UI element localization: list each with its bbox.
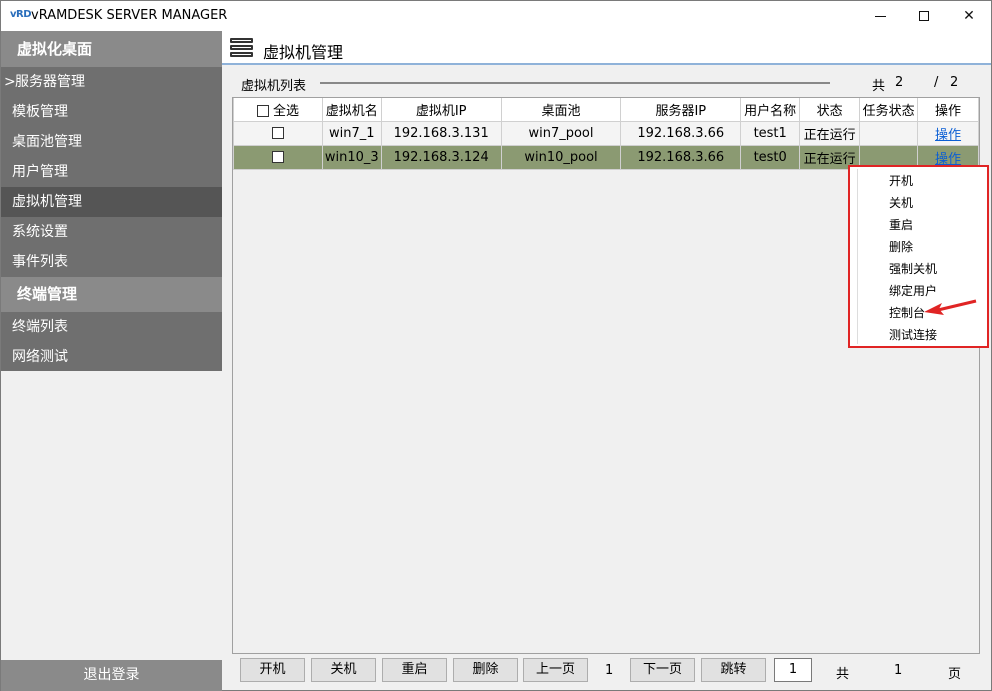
bottom-toolbar: 开机 关机 重启 删除 上一页 1 下一页 跳转 1 共 1 页	[222, 654, 991, 690]
minimize-icon	[874, 15, 886, 17]
col-username: 用户名称	[740, 98, 801, 122]
page-title: 虚拟机管理	[263, 43, 344, 62]
table-row[interactable]: win7_1 192.168.3.131 win7_pool 192.168.3…	[233, 120, 979, 146]
main-panel: 虚拟机管理 虚拟机列表 共 2 / 2 全选 虚拟机名 虚拟机IP 桌面池 服务…	[222, 31, 991, 690]
menu-item-restart[interactable]: 重启	[858, 214, 987, 236]
current-page: 1	[605, 663, 614, 678]
red-arrow-icon	[924, 299, 977, 315]
minimize-button[interactable]	[857, 1, 903, 31]
total-label: 共	[872, 79, 886, 94]
cell-vm-ip: 192.168.3.124	[380, 144, 502, 170]
select-all-header[interactable]: 全选	[233, 98, 323, 122]
page-unit: 页	[948, 667, 962, 682]
logout-button[interactable]: 退出登录	[1, 660, 222, 691]
sidebar-item-settings[interactable]: 系统设置	[1, 217, 222, 247]
select-all-checkbox[interactable]	[256, 105, 269, 118]
cell-task	[859, 120, 919, 146]
cell-server-ip: 192.168.3.66	[620, 144, 742, 170]
sidebar: 虚拟化桌面 > 服务器管理 模板管理 桌面池管理 用户管理 虚拟机管理 系统设置…	[1, 31, 222, 691]
sidebar-item-events[interactable]: 事件列表	[1, 247, 222, 277]
col-task-status: 任务状态	[859, 98, 919, 122]
prev-page-button[interactable]: 上一页	[523, 658, 588, 682]
cell-user: test1	[740, 120, 801, 146]
menu-item-test-connection[interactable]: 测试连接	[858, 324, 987, 346]
app-logo: vRD	[10, 9, 32, 20]
list-label: 虚拟机列表	[241, 79, 307, 94]
title-bar: vRD vRAMDESK SERVER MANAGER ✕	[0, 0, 992, 31]
restart-button[interactable]: 重启	[382, 658, 447, 682]
cell-vm-name: win10_3	[321, 144, 382, 170]
col-operation: 操作	[917, 98, 979, 122]
total-count: 2	[895, 75, 904, 90]
row-checkbox-cell[interactable]	[233, 120, 323, 146]
page-separator: /	[934, 75, 939, 90]
cell-user: test0	[740, 144, 801, 170]
total-pages-label: 共	[836, 667, 850, 682]
power-on-button[interactable]: 开机	[240, 658, 305, 682]
menu-item-power-on[interactable]: 开机	[858, 170, 987, 192]
sidebar-item-network-test[interactable]: 网络测试	[1, 342, 222, 372]
operation-context-menu: 开机 关机 重启 删除 强制关机 绑定用户 控制台 测试连接	[848, 165, 989, 348]
delete-button[interactable]: 删除	[453, 658, 518, 682]
table-header: 全选 虚拟机名 虚拟机IP 桌面池 服务器IP 用户名称 状态 任务状态 操作	[233, 98, 979, 122]
col-desktop-pool: 桌面池	[500, 98, 622, 122]
page-header: 虚拟机管理	[222, 31, 991, 65]
sidebar-item-desktop-pools[interactable]: 桌面池管理	[1, 127, 222, 157]
power-off-button[interactable]: 关机	[311, 658, 376, 682]
sidebar-item-users[interactable]: 用户管理	[1, 157, 222, 187]
menu-item-force-off[interactable]: 强制关机	[858, 258, 987, 280]
row-checkbox[interactable]	[271, 127, 284, 139]
sidebar-item-templates[interactable]: 模板管理	[1, 97, 222, 127]
close-icon: ✕	[963, 8, 975, 24]
sidebar-empty-area	[1, 371, 222, 660]
section-terminal: 终端管理	[1, 277, 222, 312]
sidebar-item-vms[interactable]: 虚拟机管理	[1, 187, 222, 217]
cell-pool: win10_pool	[500, 144, 622, 170]
maximize-button[interactable]	[901, 1, 947, 31]
col-server-ip: 服务器IP	[620, 98, 742, 122]
cell-server-ip: 192.168.3.66	[620, 120, 742, 146]
jump-button[interactable]: 跳转	[701, 658, 766, 682]
total-pages: 1	[894, 663, 903, 678]
section-vdi: 虚拟化桌面	[1, 31, 222, 67]
window-title: vRAMDESK SERVER MANAGER	[31, 8, 228, 23]
row-checkbox[interactable]	[271, 151, 284, 163]
cell-vm-ip: 192.168.3.131	[380, 120, 502, 146]
sidebar-item-label: 服务器管理	[15, 74, 85, 90]
page-count: 2	[950, 75, 959, 90]
menu-item-delete[interactable]: 删除	[858, 236, 987, 258]
divider	[320, 82, 830, 84]
menu-item-power-off[interactable]: 关机	[858, 192, 987, 214]
vm-table: 全选 虚拟机名 虚拟机IP 桌面池 服务器IP 用户名称 状态 任务状态 操作 …	[233, 98, 979, 170]
maximize-icon	[919, 11, 929, 21]
operation-link[interactable]: 操作	[935, 128, 961, 143]
sidebar-item-servers[interactable]: > 服务器管理	[1, 67, 222, 97]
cell-status: 正在运行	[799, 120, 861, 146]
col-vm-ip: 虚拟机IP	[380, 98, 502, 122]
row-checkbox-cell[interactable]	[233, 144, 323, 170]
server-list-icon	[230, 38, 253, 59]
cell-vm-name: win7_1	[321, 120, 382, 146]
close-button[interactable]: ✕	[946, 1, 992, 31]
chevron-right-icon: >	[4, 74, 16, 90]
next-page-button[interactable]: 下一页	[630, 658, 695, 682]
sidebar-item-terminals[interactable]: 终端列表	[1, 312, 222, 342]
cell-pool: win7_pool	[500, 120, 622, 146]
cell-operation: 操作	[917, 120, 979, 146]
col-vm-name: 虚拟机名	[321, 98, 382, 122]
jump-page-input[interactable]: 1	[774, 658, 812, 682]
col-status: 状态	[799, 98, 861, 122]
